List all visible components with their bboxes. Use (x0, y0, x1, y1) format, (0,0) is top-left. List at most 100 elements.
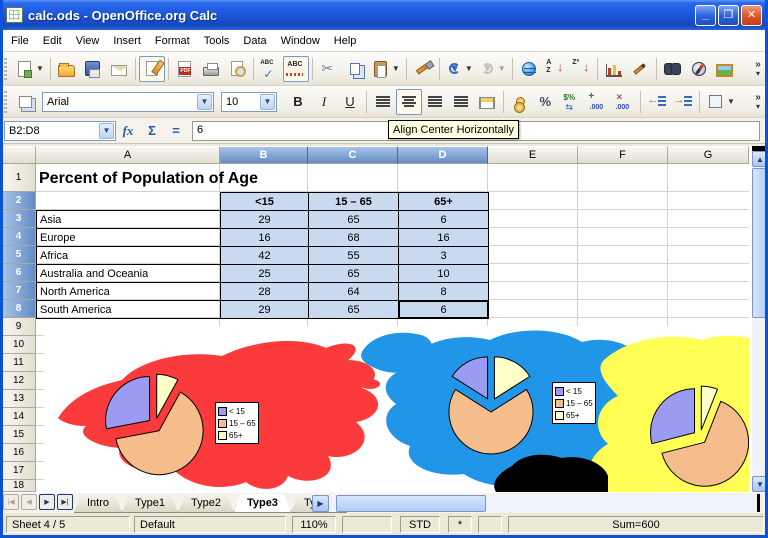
open-button[interactable] (54, 56, 80, 82)
row-header-9[interactable]: 9 (2, 318, 36, 336)
row-header-2[interactable]: 2 (2, 192, 36, 210)
chevron-down-icon[interactable]: ▼ (99, 123, 114, 139)
toolbar-grip[interactable] (2, 91, 10, 113)
minimize-button[interactable]: _ (695, 5, 716, 26)
close-button[interactable]: ✕ (741, 5, 762, 26)
spellcheck-button[interactable] (257, 56, 283, 82)
row-header-14[interactable]: 14 (2, 408, 36, 426)
column-header-c[interactable]: C (308, 146, 398, 164)
format-paintbrush-button[interactable] (410, 56, 436, 82)
zoom-field[interactable]: 110% (292, 516, 336, 533)
menu-item-format[interactable]: Format (148, 32, 197, 50)
value-cell-B6[interactable]: 25 (220, 264, 309, 283)
sort-ascending-button[interactable] (542, 56, 568, 82)
auto-spellcheck-button[interactable] (283, 56, 309, 82)
value-cell-C4[interactable]: 68 (308, 228, 399, 247)
new-document-button[interactable]: ▼ (12, 56, 47, 82)
value-cell-D7[interactable]: 8 (398, 282, 489, 301)
value-cell-B7[interactable]: 28 (220, 282, 309, 301)
tab-scroll-last-button[interactable]: ▶| (57, 494, 73, 510)
selection-mode-field[interactable]: STD (400, 516, 440, 533)
row-header-10[interactable]: 10 (2, 336, 36, 354)
chevron-down-icon[interactable]: ▼ (392, 64, 400, 73)
tab-type1[interactable]: Type1 (122, 494, 178, 513)
row-header-15[interactable]: 15 (2, 426, 36, 444)
extra-field[interactable] (478, 516, 502, 533)
row-header-12[interactable]: 12 (2, 372, 36, 390)
menu-item-file[interactable]: File (4, 32, 36, 50)
value-cell-D3[interactable]: 6 (398, 210, 489, 229)
align-left-button[interactable] (370, 89, 396, 115)
sum-button[interactable]: Σ (140, 120, 164, 142)
column-header-b[interactable]: B (220, 146, 308, 164)
value-cell-B5[interactable]: 42 (220, 246, 309, 265)
value-cell-C8[interactable]: 65 (308, 300, 399, 319)
menu-item-tools[interactable]: Tools (197, 32, 237, 50)
cut-button[interactable] (316, 56, 342, 82)
align-right-button[interactable] (422, 89, 448, 115)
row-header-1[interactable]: 1 (2, 164, 36, 192)
region-cell-A3[interactable]: Asia (36, 210, 221, 229)
save-button[interactable] (80, 56, 106, 82)
increase-indent-button[interactable] (670, 89, 696, 115)
tab-scroll-next-button[interactable]: ▶ (39, 494, 55, 510)
align-justified-button[interactable] (448, 89, 474, 115)
export-pdf-button[interactable] (172, 56, 198, 82)
value-cell-C7[interactable]: 64 (308, 282, 399, 301)
select-all-corner[interactable] (2, 146, 36, 164)
chevron-down-icon[interactable]: ▼ (498, 64, 506, 73)
add-decimal-button[interactable] (585, 89, 611, 115)
menu-item-data[interactable]: Data (236, 32, 273, 50)
column-header-a[interactable]: A (36, 146, 220, 164)
column-header-g[interactable]: G (668, 146, 749, 164)
modified-flag-field[interactable]: * (448, 516, 472, 533)
scroll-up-icon[interactable]: ▲ (752, 151, 768, 167)
tab-type2[interactable]: Type2 (178, 494, 234, 513)
borders-button[interactable]: ▼ (703, 89, 738, 115)
font-size-combo[interactable]: 10 ▼ (221, 92, 277, 112)
value-cell-D5[interactable]: 3 (398, 246, 489, 265)
sheet-position-field[interactable]: Sheet 4 / 5 (6, 516, 130, 533)
value-cell-B3[interactable]: 29 (220, 210, 309, 229)
email-button[interactable] (106, 56, 132, 82)
number-format-standard-button[interactable] (559, 89, 585, 115)
table-header-D2[interactable]: 65+ (398, 192, 489, 211)
column-header-d[interactable]: D (398, 146, 488, 164)
menu-item-window[interactable]: Window (274, 32, 327, 50)
region-cell-A7[interactable]: North America (36, 282, 221, 301)
tab-type3[interactable]: Type3 (234, 494, 291, 513)
edit-file-button[interactable] (139, 56, 165, 82)
value-cell-C3[interactable]: 65 (308, 210, 399, 229)
row-header-6[interactable]: 6 (2, 264, 36, 282)
paste-button[interactable]: ▼ (368, 56, 403, 82)
chevron-down-icon[interactable]: ▼ (260, 94, 275, 110)
table-header-B2[interactable]: <15 (220, 192, 309, 211)
vertical-scrollbar[interactable]: ▲ ▼ (752, 146, 768, 492)
title-bar[interactable]: calc.ods - OpenOffice.org Calc _ ❐ ✕ (0, 0, 768, 30)
font-name-combo[interactable]: Arial ▼ (42, 92, 214, 112)
chevron-down-icon[interactable]: ▼ (197, 94, 212, 110)
italic-button[interactable]: I (311, 89, 337, 115)
underline-button[interactable]: U (337, 89, 363, 115)
tab-intro[interactable]: Intro (74, 494, 122, 513)
sort-descending-button[interactable] (568, 56, 594, 82)
region-cell-A4[interactable]: Europe (36, 228, 221, 247)
sum-field[interactable]: Sum=600 (508, 516, 764, 533)
hyperlink-button[interactable] (516, 56, 542, 82)
menu-item-help[interactable]: Help (327, 32, 364, 50)
name-box[interactable]: B2:D8 ▼ (4, 121, 116, 141)
row-header-11[interactable]: 11 (2, 354, 36, 372)
row-header-3[interactable]: 3 (2, 210, 36, 228)
sheet-title-cell[interactable]: Percent of Population of Age (36, 164, 221, 193)
merge-cells-button[interactable] (474, 89, 500, 115)
value-cell-D6[interactable]: 10 (398, 264, 489, 283)
copy-button[interactable] (342, 56, 368, 82)
horizontal-scrollbar[interactable]: ◀ ▶ (312, 495, 754, 512)
value-cell-C6[interactable]: 65 (308, 264, 399, 283)
column-header-f[interactable]: F (578, 146, 668, 164)
vertical-scroll-thumb[interactable] (752, 168, 768, 318)
print-button[interactable] (198, 56, 224, 82)
value-cell-B8[interactable]: 29 (220, 300, 309, 319)
menu-item-view[interactable]: View (69, 32, 107, 50)
delete-decimal-button[interactable] (611, 89, 637, 115)
